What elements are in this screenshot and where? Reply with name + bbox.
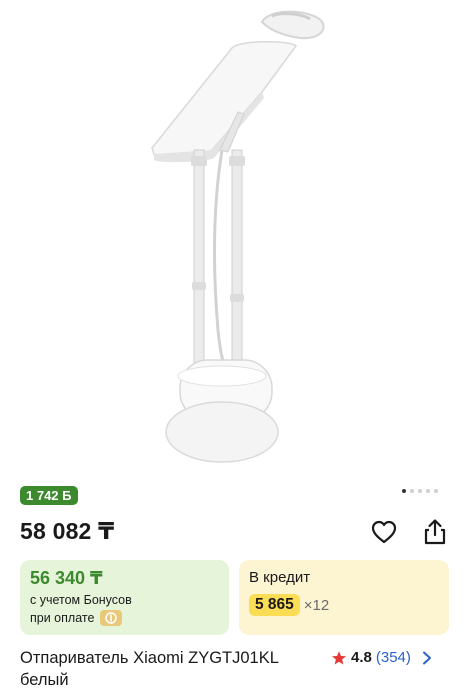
bonus-caption: с учетом Бонусов: [30, 593, 132, 607]
gallery-dot[interactable]: [426, 489, 430, 493]
product-title-color: белый: [20, 671, 69, 689]
credit-card[interactable]: В кредит 5 865 ×12: [239, 560, 449, 635]
chevron-right-icon: [422, 651, 431, 665]
credit-title: В кредит: [249, 569, 311, 586]
payment-icon: [100, 610, 123, 626]
gallery-pagination[interactable]: [402, 489, 438, 493]
bonus-caption-row: при оплате: [30, 609, 219, 627]
credit-row: 5 865 ×12: [249, 594, 439, 616]
gallery-dot[interactable]: [434, 489, 438, 493]
product-title-block: Отпариватель Xiaomi ZYGTJ01KL белый 4.8 …: [20, 647, 460, 691]
reviews-count[interactable]: (354): [376, 647, 411, 669]
product-image: [151, 10, 325, 463]
share-button[interactable]: [420, 517, 450, 547]
bonus-price: 56 340 ₸: [30, 568, 103, 588]
gallery-dot[interactable]: [418, 489, 422, 493]
gallery-dot[interactable]: [410, 489, 414, 493]
product-price: 58 082 ₸: [20, 518, 115, 544]
gallery-dot[interactable]: [402, 489, 406, 493]
credit-multiplier: ×12: [303, 596, 330, 614]
product-image-gallery[interactable]: [0, 0, 469, 476]
rating-link[interactable]: 4.8 (354): [331, 647, 433, 669]
favorite-button[interactable]: [369, 517, 399, 547]
share-icon: [424, 519, 446, 545]
heart-icon: [371, 520, 397, 544]
bonus-badge: 1 742 Б: [20, 486, 78, 505]
star-icon: [332, 651, 346, 665]
credit-amount: 5 865: [249, 594, 300, 616]
bonus-caption-payment: при оплате: [30, 611, 95, 625]
bonus-price-card[interactable]: 56 340 ₸ с учетом Бонусов при оплате: [20, 560, 229, 635]
rating-value: 4.8: [351, 649, 372, 666]
